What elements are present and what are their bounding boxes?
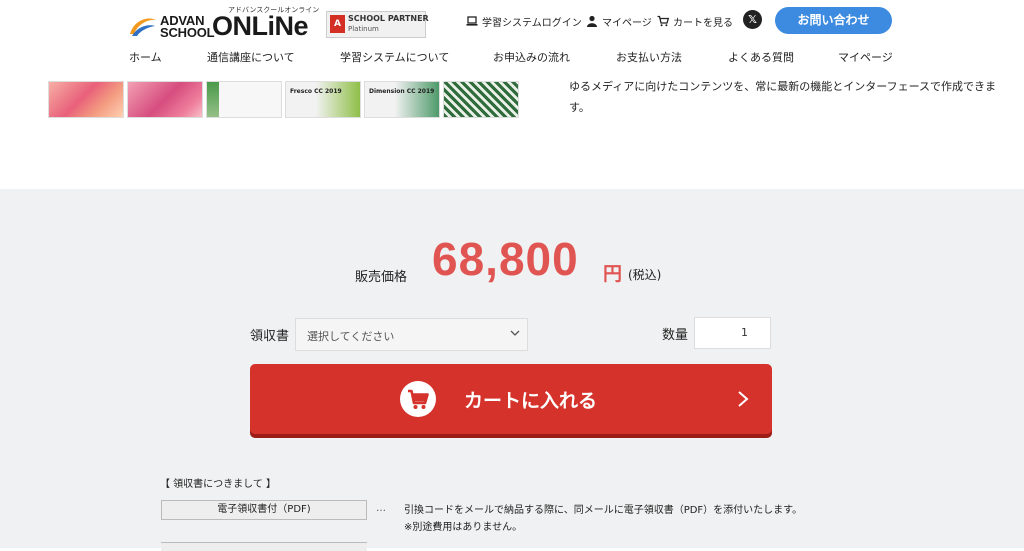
nav-item-application-flow[interactable]: お申込みの流れ [493, 49, 570, 65]
logo-online-text: ONLiNe [212, 11, 309, 41]
thumbnail-image[interactable]: Dimension CC 2019 [364, 81, 440, 118]
quantity-label: 数量 [662, 328, 689, 343]
site-header: ADVAN SCHOOL ONLiNe アドバンスクールオンライン A SCHOO… [0, 0, 1024, 75]
mypage-label: マイページ [602, 17, 652, 29]
thumbnail-image[interactable]: Fresco CC 2019 [285, 81, 361, 118]
receipt-notes-title: 【 領収書につきまして 】 [160, 479, 277, 490]
add-to-cart-button[interactable]: カートに入れる [250, 364, 772, 434]
logo-swirl-icon [130, 18, 156, 36]
learning-system-login-label: 学習システムログイン [482, 17, 582, 29]
x-social-icon[interactable]: 𝕏 [743, 10, 762, 29]
thumbnail-image[interactable] [443, 81, 519, 118]
product-description: ゆるメディアに向けたコンテンツを、常に最新の機能とインターフェースで作成できます… [569, 80, 997, 114]
laptop-icon [466, 16, 478, 26]
adobe-partner-badge: A SCHOOL PARTNER Platinum [326, 11, 429, 38]
quantity-input[interactable]: 1 [694, 317, 771, 349]
nav-item-payment[interactable]: お支払い方法 [616, 49, 682, 65]
receipt-select-value: 選択してください [307, 330, 395, 343]
chevron-down-icon [510, 330, 520, 336]
cart-icon [657, 15, 669, 27]
receipt-label: 領収書 [250, 329, 290, 344]
ellipsis: … [376, 503, 386, 514]
learning-system-login-link[interactable]: 学習システムログイン [466, 12, 582, 30]
electronic-receipt-option: 電子領収書付（PDF) [161, 500, 367, 520]
price-label: 販売価格 [355, 270, 408, 285]
global-nav: ホーム 通信講座について 学習システムについて お申込みの流れ お支払い方法 よ… [0, 49, 1024, 67]
receipt-notes-line2: ※別途費用はありません。 [404, 522, 523, 533]
price-value: 68,800 [432, 233, 579, 285]
thumbnail-image[interactable] [48, 81, 124, 118]
tax-note: (税込) [628, 268, 662, 282]
view-cart-link[interactable]: カートを見る [657, 12, 733, 30]
thumbnail-title: Fresco CC 2019 [290, 88, 342, 95]
next-option-row [161, 542, 367, 551]
logo-kana-text: アドバンスクールオンライン [228, 6, 320, 14]
logo-advan-text: ADVAN SCHOOL [160, 13, 215, 40]
adobe-icon: A [330, 15, 345, 33]
nav-item-home[interactable]: ホーム [129, 49, 162, 65]
partner-level: Platinum [348, 25, 379, 33]
view-cart-label: カートを見る [673, 17, 733, 29]
receipt-notes-line1: 引換コードをメールで納品する際に、同メールに電子領収書（PDF）を添付いたします… [404, 505, 803, 516]
partner-title: SCHOOL PARTNER [348, 14, 429, 23]
receipt-notes-text: 引換コードをメールで納品する際に、同メールに電子領収書（PDF）を添付いたします… [404, 502, 802, 536]
nav-item-mypage[interactable]: マイページ [838, 49, 893, 65]
site-logo[interactable]: ADVAN SCHOOL ONLiNe アドバンスクールオンライン [128, 6, 319, 41]
chevron-right-icon [738, 391, 749, 407]
currency-unit: 円 [603, 263, 623, 285]
cart-circle-icon [400, 381, 436, 417]
receipt-select[interactable]: 選択してください [295, 318, 528, 351]
user-icon [587, 15, 597, 27]
mypage-link[interactable]: マイページ [586, 12, 652, 30]
thumbnail-image[interactable] [127, 81, 203, 118]
nav-item-correspondence[interactable]: 通信講座について [207, 49, 295, 65]
thumbnail-image[interactable] [206, 81, 282, 118]
nav-item-faq[interactable]: よくある質問 [728, 49, 794, 65]
cart-icon [408, 389, 429, 409]
thumbnail-title: Dimension CC 2019 [369, 88, 435, 95]
add-to-cart-label: カートに入れる [464, 390, 598, 412]
contact-button[interactable]: お問い合わせ [775, 7, 892, 34]
nav-item-learning-system[interactable]: 学習システムについて [340, 49, 449, 65]
